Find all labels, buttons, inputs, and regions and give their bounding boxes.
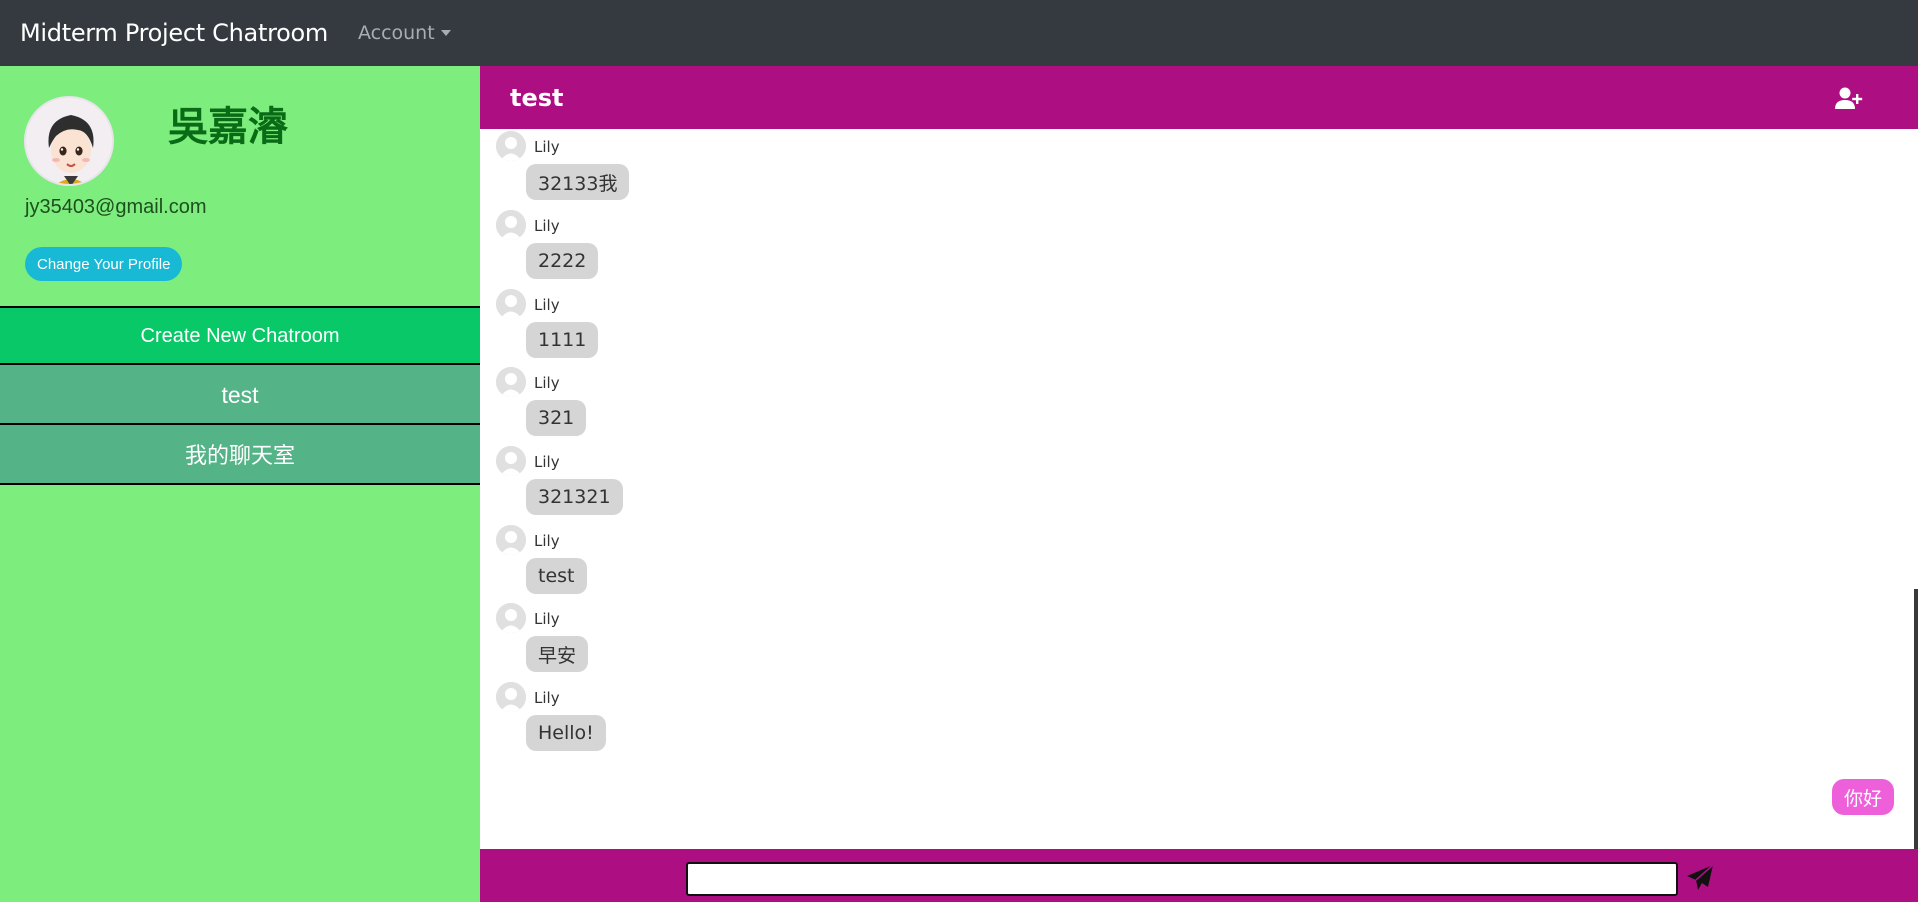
message-bubble: 1111 <box>526 322 599 358</box>
chat-title: test <box>510 83 564 112</box>
own-message-bubble: 你好 <box>1831 779 1894 815</box>
message-input[interactable] <box>686 862 1678 896</box>
account-label: Account <box>357 22 435 44</box>
message-sender: Lily <box>534 217 560 235</box>
navbar: Midterm Project Chatroom Account <box>0 0 1918 66</box>
navbar-brand[interactable]: Midterm Project Chatroom <box>20 19 328 47</box>
message-sender: Lily <box>534 610 560 628</box>
user-plus-icon[interactable] <box>1835 86 1863 110</box>
default-avatar-icon <box>496 603 526 633</box>
message-sender: Lily <box>534 453 560 471</box>
message-bubble: 早安 <box>526 636 589 672</box>
message-sender: Lily <box>534 138 560 156</box>
user-email: jy35403@gmail.com <box>25 196 207 218</box>
message-sender: Lily <box>534 689 560 707</box>
caret-down-icon <box>440 30 451 36</box>
message-bubble: 32133我 <box>526 164 630 200</box>
profile-avatar <box>24 96 114 186</box>
chat-footer <box>480 849 1918 902</box>
paper-plane-icon[interactable] <box>1685 863 1715 893</box>
message-sender: Lily <box>534 374 560 392</box>
chatroom-item-test[interactable]: test <box>0 363 480 425</box>
chatroom-item-my-chatroom[interactable]: 我的聊天室 <box>0 423 480 485</box>
default-avatar-icon <box>496 289 526 319</box>
create-chatroom-button[interactable]: Create New Chatroom <box>0 306 480 364</box>
default-avatar-icon <box>496 525 526 555</box>
user-name: 吳嘉濬 <box>168 104 288 150</box>
default-avatar-icon <box>496 367 526 397</box>
message-bubble: test <box>526 558 587 594</box>
default-avatar-icon <box>496 210 526 240</box>
default-avatar-icon <box>496 446 526 476</box>
message-sender: Lily <box>534 532 560 550</box>
message-bubble: Hello! <box>526 715 606 751</box>
account-dropdown[interactable]: Account <box>358 22 451 44</box>
message-scrollbar-thumb[interactable] <box>1914 589 1918 849</box>
default-avatar-icon <box>496 131 526 161</box>
change-profile-button[interactable]: Change Your Profile <box>25 247 183 281</box>
message-sender: Lily <box>534 296 560 314</box>
sidebar: 吳嘉濬 jy35403@gmail.com Change Your Profil… <box>0 66 480 902</box>
default-avatar-icon <box>496 682 526 712</box>
chat-header: test <box>480 66 1918 129</box>
message-bubble: 321321 <box>526 479 623 515</box>
message-list[interactable]: Lily 32133我 Lily 2222 Lily 1111 Lily 321… <box>480 129 1916 849</box>
profile-avatar-image <box>26 98 112 184</box>
message-bubble: 2222 <box>526 243 599 279</box>
message-bubble: 321 <box>526 400 587 436</box>
